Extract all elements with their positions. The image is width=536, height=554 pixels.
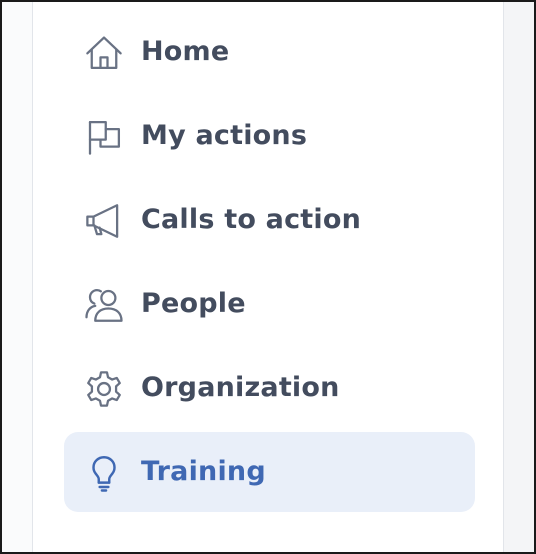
sidebar-item-label: Training: [141, 456, 266, 487]
flag-icon: [83, 116, 125, 158]
sidebar-item-training[interactable]: Training: [64, 432, 475, 512]
megaphone-icon: [83, 200, 125, 242]
sidebar-item-label: People: [141, 288, 246, 319]
sidebar-item-people[interactable]: People: [64, 264, 475, 344]
sidebar-item-my-actions[interactable]: My actions: [64, 96, 475, 176]
sidebar-panel: Home My actions Calls to action People O…: [0, 0, 536, 554]
sidebar-nav: Home My actions Calls to action People O…: [64, 12, 475, 516]
home-icon: [83, 32, 125, 74]
gear-icon: [83, 368, 125, 410]
sidebar-item-label: Home: [141, 36, 230, 67]
sidebar-item-label: Organization: [141, 372, 340, 403]
sidebar-item-label: My actions: [141, 120, 308, 151]
sidebar-item-home[interactable]: Home: [64, 12, 475, 92]
sidebar-item-calls-to-action[interactable]: Calls to action: [64, 180, 475, 260]
left-gutter: [2, 2, 33, 552]
right-gutter: [503, 2, 534, 552]
sidebar-item-label: Calls to action: [141, 204, 362, 235]
sidebar-item-organization[interactable]: Organization: [64, 348, 475, 428]
people-icon: [83, 284, 125, 326]
lightbulb-icon: [83, 452, 125, 494]
